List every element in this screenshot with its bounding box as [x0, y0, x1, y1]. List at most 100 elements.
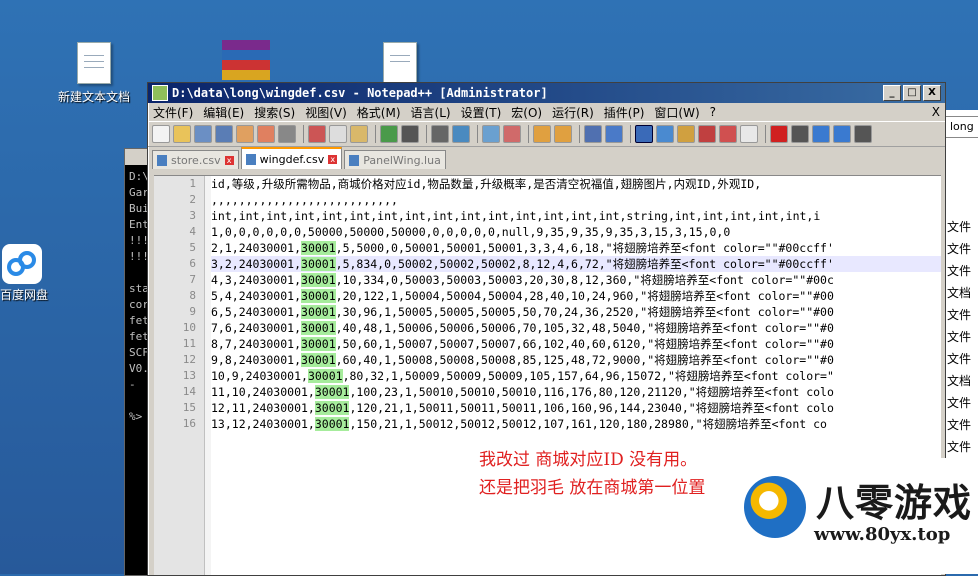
paste-icon[interactable]	[350, 125, 368, 143]
open-folder-icon[interactable]	[173, 125, 191, 143]
zoom-out-icon[interactable]	[503, 125, 521, 143]
file-type-cell[interactable]: 文件	[941, 392, 978, 414]
menu-settings[interactable]: 设置(T)	[456, 104, 507, 121]
menu-run[interactable]: 运行(R)	[547, 104, 599, 121]
undo-icon[interactable]	[380, 125, 398, 143]
code-text: 9,8,24030001,	[211, 353, 302, 367]
tab-store-csv[interactable]: store.csv x	[152, 150, 239, 169]
show-all-chars-icon[interactable]	[605, 125, 623, 143]
code-line[interactable]: 4,3,24030001,30001,10,334,0,50003,50003,…	[211, 272, 941, 288]
sync-horizontal-icon[interactable]	[554, 125, 572, 143]
word-wrap-icon[interactable]	[584, 125, 602, 143]
sync-vertical-icon[interactable]	[533, 125, 551, 143]
code-text: 3,2,24030001,	[211, 257, 302, 271]
replace-icon[interactable]	[452, 125, 470, 143]
code-line[interactable]: 3,2,24030001,30001,5,834,0,50002,50002,5…	[211, 256, 941, 272]
record-macro-icon[interactable]	[770, 125, 788, 143]
doc-map-icon[interactable]	[677, 125, 695, 143]
tab-panelwing-lua[interactable]: PanelWing.lua	[344, 150, 446, 169]
copy-icon[interactable]	[329, 125, 347, 143]
file-type-cell[interactable]: 文档	[941, 370, 978, 392]
desktop-icon-baidu-netdisk[interactable]: 百度网盘	[0, 244, 48, 303]
code-line[interactable]: 1,0,0,0,0,0,0,50000,50000,50000,0,0,0,0,…	[211, 224, 941, 240]
desktop-icon-file[interactable]	[380, 42, 420, 84]
menu-language[interactable]: 语言(L)	[406, 104, 456, 121]
line-number: 15	[182, 401, 196, 414]
code-line[interactable]: 8,7,24030001,30001,50,60,1,50007,50007,5…	[211, 336, 941, 352]
file-type-cell[interactable]: 文件	[941, 216, 978, 238]
indent-guide-icon[interactable]	[635, 125, 653, 143]
minimize-button[interactable]: _	[883, 85, 901, 101]
close-tab-icon[interactable]: x	[328, 154, 338, 164]
text-file-icon	[77, 42, 111, 84]
save-macro-icon[interactable]	[854, 125, 872, 143]
code-line[interactable]: 10,9,24030001,30001,80,32,1,50009,50009,…	[211, 368, 941, 384]
window-title: D:\data\long\wingdef.csv - Notepad++ [Ad…	[172, 86, 548, 100]
zoom-in-icon[interactable]	[482, 125, 500, 143]
file-type-cell[interactable]: 文件	[941, 238, 978, 260]
file-icon	[383, 42, 417, 84]
stop-macro-icon[interactable]	[791, 125, 809, 143]
code-text: ,60,40,1,50008,50008,50008,85,125,48,72,…	[335, 353, 834, 367]
save-icon[interactable]	[194, 125, 212, 143]
desktop-icon-archive[interactable]	[220, 40, 272, 80]
code-text: ,10,334,0,50003,50003,50003,20,30,8,12,3…	[335, 273, 834, 287]
print-icon[interactable]	[278, 125, 296, 143]
menu-window[interactable]: 窗口(W)	[649, 104, 704, 121]
code-text: 7,6,24030001,	[211, 321, 302, 335]
code-line[interactable]: int,int,int,int,int,int,int,int,int,int,…	[211, 208, 941, 224]
code-text: ,5,834,0,50002,50002,50002,8,12,4,6,72,"…	[335, 257, 834, 271]
search-highlight: 30001	[301, 241, 336, 255]
menu-edit[interactable]: 编辑(E)	[198, 104, 249, 121]
file-type-cell[interactable]: 文件	[941, 260, 978, 282]
file-type-cell[interactable]: 文件	[941, 414, 978, 436]
user-language-icon[interactable]	[656, 125, 674, 143]
menu-close-doc[interactable]: X	[927, 105, 945, 119]
close-file-icon[interactable]	[236, 125, 254, 143]
file-type-cell[interactable]: 文件	[941, 304, 978, 326]
code-line[interactable]: 5,4,24030001,30001,20,122,1,50004,50004,…	[211, 288, 941, 304]
folder-workspace-icon[interactable]	[719, 125, 737, 143]
file-type-cell[interactable]: 文档	[941, 282, 978, 304]
file-type-cell[interactable]: 文件	[941, 326, 978, 348]
menu-format[interactable]: 格式(M)	[352, 104, 406, 121]
code-line[interactable]: ,,,,,,,,,,,,,,,,,,,,,,,,,,,	[211, 192, 941, 208]
desktop-icon-text-document[interactable]: 新建文本文档	[56, 42, 132, 105]
menu-plugins[interactable]: 插件(P)	[599, 104, 650, 121]
new-file-icon[interactable]	[152, 125, 170, 143]
address-bar[interactable]: long	[945, 116, 978, 138]
file-type-cell[interactable]: 文件	[941, 348, 978, 370]
line-number: 13	[182, 369, 196, 382]
menu-file[interactable]: 文件(F)	[148, 104, 198, 121]
menu-help[interactable]: ?	[705, 105, 721, 119]
line-number: 10	[182, 321, 196, 334]
redo-icon[interactable]	[401, 125, 419, 143]
menu-macro[interactable]: 宏(O)	[506, 104, 547, 121]
code-line[interactable]: 12,11,24030001,30001,120,21,1,50011,5001…	[211, 400, 941, 416]
line-number: 11	[182, 337, 196, 350]
monitoring-eye-icon[interactable]	[740, 125, 758, 143]
close-tab-icon[interactable]: x	[224, 155, 234, 165]
save-all-icon[interactable]	[215, 125, 233, 143]
code-line[interactable]: 7,6,24030001,30001,40,48,1,50006,50006,5…	[211, 320, 941, 336]
close-button[interactable]: X	[923, 85, 941, 101]
run-macro-multiple-icon[interactable]	[833, 125, 851, 143]
function-list-icon[interactable]	[698, 125, 716, 143]
code-line[interactable]: 2,1,24030001,30001,5,5000,0,50001,50001,…	[211, 240, 941, 256]
code-line[interactable]: id,等级,升级所需物品,商城价格对应id,物品数量,升级概率,是否清空祝福值,…	[211, 176, 941, 192]
cut-icon[interactable]	[308, 125, 326, 143]
code-line[interactable]: 9,8,24030001,30001,60,40,1,50008,50008,5…	[211, 352, 941, 368]
find-icon[interactable]	[431, 125, 449, 143]
maximize-button[interactable]: □	[903, 85, 921, 101]
close-all-icon[interactable]	[257, 125, 275, 143]
window-titlebar[interactable]: D:\data\long\wingdef.csv - Notepad++ [Ad…	[148, 83, 945, 103]
code-line[interactable]: 13,12,24030001,30001,150,21,1,50012,5001…	[211, 416, 941, 432]
code-line[interactable]: 11,10,24030001,30001,100,23,1,50010,5001…	[211, 384, 941, 400]
code-line[interactable]: 6,5,24030001,30001,30,96,1,50005,50005,5…	[211, 304, 941, 320]
menu-search[interactable]: 搜索(S)	[249, 104, 300, 121]
file-type-cell[interactable]: 文件	[941, 436, 978, 458]
tab-wingdef-csv[interactable]: wingdef.csv x	[240, 147, 343, 169]
annotation-line-1: 我改过 商城对应ID 没有用。	[479, 450, 698, 470]
play-macro-icon[interactable]	[812, 125, 830, 143]
menu-view[interactable]: 视图(V)	[300, 104, 352, 121]
